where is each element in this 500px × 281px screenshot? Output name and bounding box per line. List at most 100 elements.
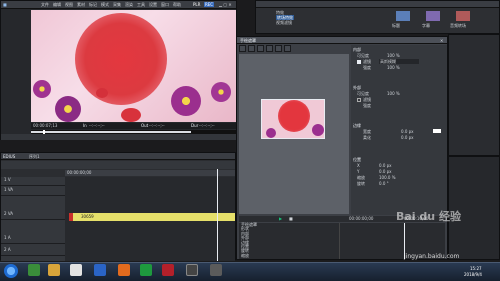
- player-transport-bar: [1, 134, 236, 140]
- pan-tool-icon[interactable]: [284, 45, 291, 52]
- track-label[interactable]: 2 VA: [4, 211, 13, 216]
- bin-thumb[interactable]: [396, 11, 410, 21]
- taskbar-app-icon[interactable]: [70, 264, 82, 276]
- select-tool-icon[interactable]: [239, 45, 246, 52]
- scale-value[interactable]: 100.0 %: [379, 175, 396, 180]
- start-button-icon[interactable]: [4, 264, 18, 278]
- taskbar-app-icon[interactable]: [118, 264, 130, 276]
- track-area[interactable]: 30659: [65, 169, 235, 261]
- sequence-tab[interactable]: 序列1: [29, 154, 40, 159]
- ellipse-tool-icon[interactable]: [266, 45, 273, 52]
- menu-settings[interactable]: 设置: [149, 2, 157, 7]
- taskbar-app-icon[interactable]: [186, 264, 198, 276]
- system-clock-date[interactable]: 2018/9/4: [464, 272, 482, 277]
- rotate-value[interactable]: 0.0 °: [379, 181, 389, 186]
- timeline-titlebar: EDIUS 序列1: [1, 153, 235, 160]
- info-panel: [448, 34, 500, 156]
- bin-thumb[interactable]: [426, 11, 440, 21]
- track-label[interactable]: 1 A: [4, 235, 11, 240]
- player-window: ■ 文件 编辑 视图 素材 标记 模式 采集 渲染 工具 设置 窗口 帮助 PL…: [0, 0, 237, 140]
- timecode-dur: --:--:--;--: [199, 123, 215, 128]
- bin-window: 特效 转场特效 视频滤镜 标题 字幕 音频转场: [255, 0, 500, 34]
- track-label[interactable]: 1 VA: [4, 187, 13, 192]
- filter-dropdown[interactable]: 高斯模糊: [379, 59, 419, 64]
- timecode-out-label: Out: [141, 123, 149, 128]
- taskbar-app-icon[interactable]: [210, 264, 222, 276]
- taskbar-app-icon[interactable]: [140, 264, 152, 276]
- menu-render[interactable]: 渲染: [125, 2, 133, 7]
- outside-opacity-value[interactable]: 100 %: [387, 91, 400, 96]
- x-value[interactable]: 0.0 px: [379, 163, 392, 168]
- blurred-mask-region: [75, 13, 167, 105]
- border-width-label: 宽度: [363, 129, 371, 134]
- feather-value[interactable]: 0.0 px: [401, 135, 414, 140]
- player-video-frame: [31, 10, 236, 122]
- taskbar-app-icon[interactable]: [94, 264, 106, 276]
- timeline-cursor[interactable]: [217, 169, 218, 261]
- y-label: Y: [357, 169, 360, 174]
- taskbar-app-icon[interactable]: [48, 264, 60, 276]
- timeline-clip[interactable]: 30659: [69, 213, 235, 221]
- feather-label: 柔化: [363, 135, 371, 140]
- flower-decoration: [211, 82, 231, 102]
- rec-mode-badge[interactable]: REC: [204, 2, 215, 7]
- flower-decoration: [171, 86, 201, 116]
- section-border: 边缘: [353, 123, 361, 128]
- rectangle-tool-icon[interactable]: [257, 45, 264, 52]
- menu-capture[interactable]: 采集: [113, 2, 121, 7]
- strength-value[interactable]: 100 %: [387, 65, 400, 70]
- mask-shape[interactable]: [278, 100, 310, 132]
- opacity-value[interactable]: 100 %: [387, 53, 400, 58]
- track-label[interactable]: 1 V: [4, 177, 11, 182]
- scale-label: 缩放: [357, 175, 365, 180]
- timecode-out: --:--:--;--: [149, 123, 165, 128]
- stop-icon[interactable]: ■: [289, 216, 293, 221]
- filter-label: 滤镜: [363, 59, 371, 64]
- menu-view[interactable]: 视图: [65, 2, 73, 7]
- heart-decoration: [121, 108, 141, 122]
- menu-edit[interactable]: 编辑: [53, 2, 61, 7]
- outside-strength-label: 强度: [363, 103, 371, 108]
- flower-decoration: [266, 128, 276, 138]
- bin-thumb[interactable]: [456, 11, 470, 21]
- menu-marker[interactable]: 标记: [89, 2, 97, 7]
- rotate-label: 旋转: [357, 181, 365, 186]
- mask-preview-frame[interactable]: [261, 99, 325, 139]
- mask-preview-area: [239, 54, 349, 214]
- menu-help[interactable]: 帮助: [173, 2, 181, 7]
- timeline-toolbar: [1, 161, 235, 169]
- mask-tool-row: [239, 45, 349, 53]
- play-icon[interactable]: ▶: [279, 216, 282, 221]
- pen-tool-icon[interactable]: [248, 45, 255, 52]
- menu-tools[interactable]: 工具: [137, 2, 145, 7]
- taskbar-app-icon[interactable]: [162, 264, 174, 276]
- clip-marker: [69, 213, 73, 221]
- flower-decoration: [33, 80, 51, 98]
- filter-checkbox[interactable]: [357, 60, 361, 64]
- track-label[interactable]: 2 A: [4, 247, 11, 252]
- timecode-in: --:--:--;--: [89, 123, 105, 128]
- border-width-value[interactable]: 0.0 px: [401, 129, 414, 134]
- zoom-tool-icon[interactable]: [275, 45, 282, 52]
- player-menubar: ■ 文件 编辑 视图 素材 标记 模式 采集 渲染 工具 设置 窗口 帮助 PL…: [1, 1, 236, 9]
- menu-file[interactable]: 文件: [41, 2, 49, 7]
- plr-mode-badge[interactable]: PLR: [193, 2, 200, 7]
- layer-item[interactable]: 缩放: [241, 253, 257, 258]
- bin-tree-item[interactable]: 视频滤镜: [276, 20, 294, 25]
- flower-decoration: [55, 96, 81, 122]
- window-controls[interactable]: ▁ ▢ ✕: [219, 2, 232, 7]
- system-clock-time[interactable]: 15:27: [470, 266, 482, 271]
- taskbar-app-icon[interactable]: [28, 264, 40, 276]
- keyframe-timecode-start: 00:00:00;00: [349, 216, 374, 221]
- menu-window[interactable]: 窗口: [161, 2, 169, 7]
- scrubber-progress: [31, 131, 191, 133]
- watermark-url: jingyan.baidu.com: [404, 253, 460, 260]
- timeline-ruler[interactable]: 00:00:00;00: [65, 170, 235, 176]
- border-color-swatch[interactable]: [433, 129, 441, 133]
- close-icon[interactable]: ✕: [440, 38, 443, 43]
- ruler-start-timecode: 00:00:00;00: [67, 170, 92, 175]
- outside-filter-checkbox[interactable]: [357, 98, 361, 102]
- y-value[interactable]: 0.0 px: [379, 169, 392, 174]
- menu-clip[interactable]: 素材: [77, 2, 85, 7]
- menu-mode[interactable]: 模式: [101, 2, 109, 7]
